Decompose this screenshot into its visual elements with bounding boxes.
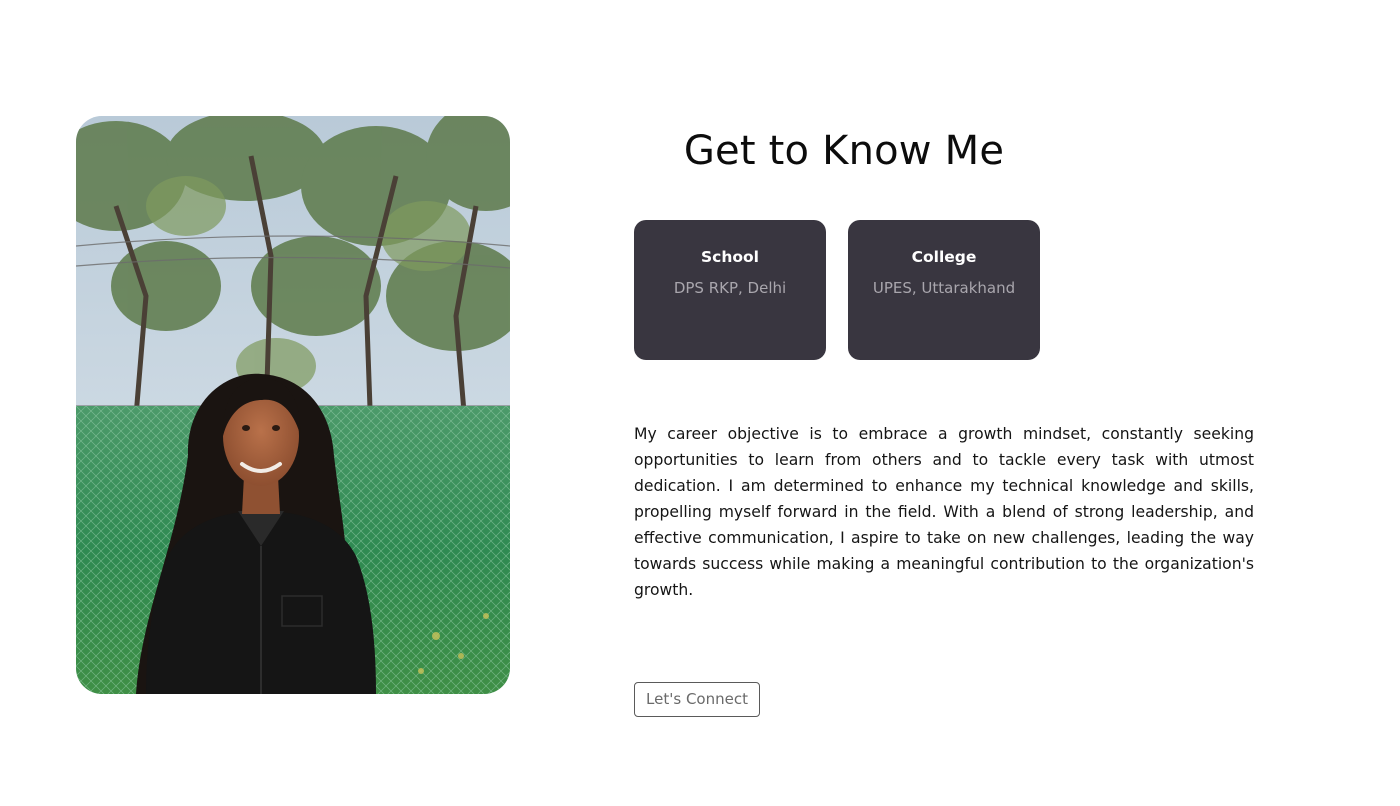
lets-connect-button[interactable]: Let's Connect (634, 682, 760, 717)
school-value: DPS RKP, Delhi (673, 279, 787, 297)
profile-photo (76, 116, 510, 694)
career-objective-text: My career objective is to embrace a grow… (634, 425, 1254, 599)
school-heading: School (701, 248, 759, 266)
section-title: Get to Know Me (683, 128, 1005, 174)
school-card: School DPS RKP, Delhi (634, 220, 826, 360)
college-heading: College (911, 248, 977, 266)
college-card: College UPES, Uttarakhand (848, 220, 1040, 360)
about-section: Get to Know Me School DPS RKP, Delhi Col… (0, 0, 1400, 806)
college-value: UPES, Uttarakhand (872, 279, 1016, 297)
